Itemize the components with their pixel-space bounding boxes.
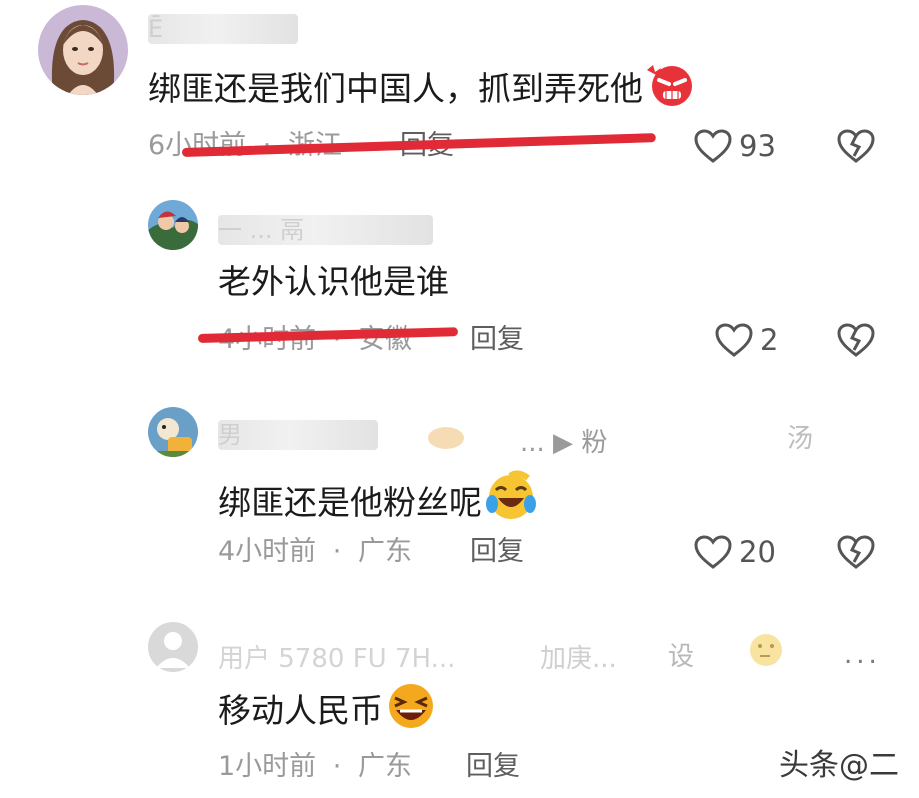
avatar[interactable] [148,200,198,250]
comment-time: 1小时前 [218,751,317,782]
meta-separator: · [332,751,342,782]
username-extra: 加庚... [540,644,617,674]
meta-separator: · [332,536,342,567]
angry-face-icon [645,62,697,117]
comment-time: 4小时前 [218,536,317,567]
avatar[interactable] [38,5,128,95]
username[interactable]: 男 [218,420,378,450]
broken-heart-icon [837,323,875,357]
comment-text-content: 移动人民币 [218,691,383,730]
watermark: 头条@二 [779,748,899,783]
comment-location: 广东 [357,536,412,567]
heart-outline-icon [694,535,732,569]
comment-text-content: 绑匪还是他粉丝呢 [218,483,482,522]
dislike-button[interactable] [836,128,876,168]
reply-button[interactable]: 回复 [470,535,524,569]
reply-button[interactable]: 回复 [470,323,524,357]
reply-button[interactable]: 回复 [466,750,520,784]
avatar[interactable] [148,407,198,457]
like-count: 2 [760,323,779,357]
more-options-button[interactable]: ... [844,640,881,670]
like-button[interactable]: 20 [693,532,776,572]
like-button[interactable]: 2 [714,320,778,360]
laughing-face-icon [385,682,437,739]
broken-heart-icon [837,535,875,569]
username[interactable]: Ē [148,14,298,44]
comment-text-content: 绑匪还是我们中国人，抓到弄死他 [148,69,643,108]
hand-emoji-icon [425,422,467,456]
dislike-button[interactable] [836,322,876,362]
avatar-woman-image [38,5,128,95]
heart-outline-icon [715,323,753,357]
like-button[interactable]: 93 [693,126,776,166]
comment-text-content: 老外认识他是谁 [218,262,449,301]
avatar[interactable] [148,622,198,672]
comment-3: 男 ... ▶ 粉 汤 绑匪还是他粉丝呢 4小时前 · 广东 回复 20 [0,400,919,610]
meta-separator: · [332,324,342,355]
heart-outline-icon [694,129,732,163]
laugh-cry-face-icon [484,470,538,531]
username-tail: 汤 [787,424,814,454]
like-count: 20 [739,535,776,569]
username[interactable]: 用户 5780 FU 7H... [218,638,455,675]
comment-text: 绑匪还是我们中国人，抓到弄死他 [148,62,697,117]
username-extra: ... ▶ 粉 [520,428,608,458]
comment-text: 绑匪还是他粉丝呢 [218,470,538,531]
thinking-face-icon [748,632,784,672]
comment-meta: 4小时前 · 广东 [218,535,412,569]
comment-text: 移动人民币 [218,682,437,739]
comment-2: 一 ... 鬲 老外认识他是谁 4小时前 · 安徽 回复 2 [0,190,919,380]
avatar-cartoon-image [148,407,198,457]
comment-location: 广东 [357,751,412,782]
broken-heart-icon [837,129,875,163]
comment-text: 老外认识他是谁 [218,262,449,302]
avatar-anime-image [148,200,198,250]
comment-meta: 1小时前 · 广东 [218,750,412,784]
dislike-button[interactable] [836,534,876,574]
like-count: 93 [739,129,776,163]
default-user-icon [148,622,198,672]
username[interactable]: 一 ... 鬲 [218,215,433,245]
username-tail: 设 [668,642,695,672]
comment-1: Ē 绑匪还是我们中国人，抓到弄死他 6小时前 · 浙江 回复 93 [0,0,919,190]
